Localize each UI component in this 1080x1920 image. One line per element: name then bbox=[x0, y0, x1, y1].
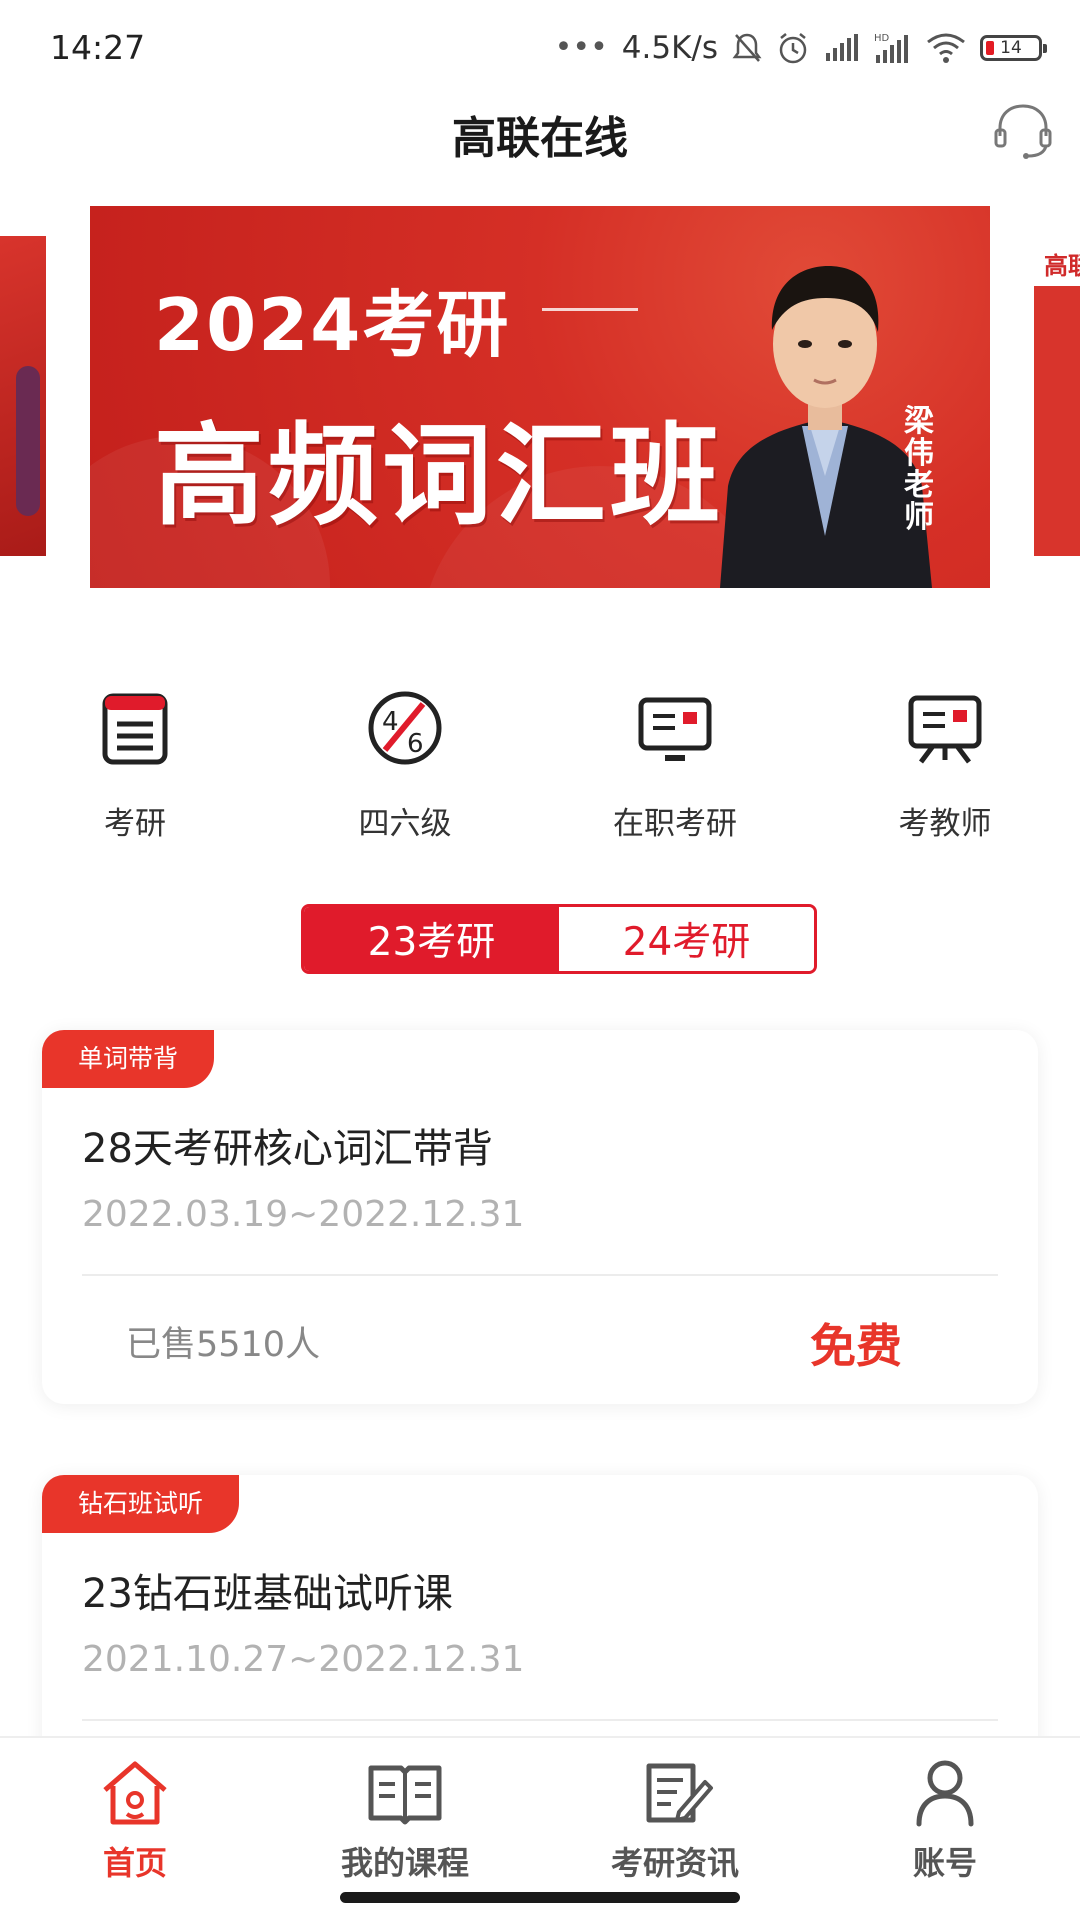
course-badge: 钻石班试听 bbox=[42, 1475, 240, 1533]
course-date-range: 2021.10.27~2022.12.31 bbox=[82, 1639, 525, 1680]
category-grid: 考研 4 6 四六级 在职考研 考教师 bbox=[0, 688, 1080, 858]
document-icon bbox=[102, 693, 168, 765]
hd-signal-icon: HD bbox=[874, 33, 908, 63]
home-indicator[interactable] bbox=[340, 1892, 740, 1903]
battery-icon: 14 bbox=[980, 35, 1047, 61]
category-teacher[interactable]: 考教师 bbox=[845, 688, 1045, 843]
course-card[interactable]: 单词带背 28天考研核心词汇带背 2022.03.19~2022.12.31 已… bbox=[42, 1030, 1038, 1404]
banner-slide-previous[interactable] bbox=[0, 236, 46, 556]
card-divider bbox=[82, 1274, 998, 1276]
tab-23-kaoyan[interactable]: 23考研 bbox=[304, 907, 559, 971]
card-divider bbox=[82, 1719, 998, 1721]
cet-4-6-icon: 4 6 bbox=[368, 691, 442, 765]
svg-text:HD: HD bbox=[874, 33, 890, 44]
banner-teacher-name: 梁伟老师 bbox=[904, 404, 934, 535]
banner-prev-teacher-image bbox=[16, 366, 40, 516]
nav-label: 我的课程 bbox=[340, 1844, 469, 1882]
course-price: 免费 bbox=[810, 1319, 902, 1373]
nav-news[interactable]: 考研资讯 bbox=[575, 1758, 775, 1884]
blackboard-icon bbox=[908, 695, 982, 764]
nav-label: 考研资讯 bbox=[610, 1844, 739, 1882]
wifi-icon bbox=[927, 33, 965, 63]
svg-text:4: 4 bbox=[382, 707, 399, 737]
headset-icon[interactable] bbox=[988, 96, 1058, 166]
page-title: 高联在线 bbox=[452, 113, 628, 164]
nav-label: 首页 bbox=[102, 1844, 167, 1882]
category-label: 考教师 bbox=[898, 806, 992, 842]
status-bar: 14:27 ••• 4.5K/s HD 14 bbox=[0, 0, 1080, 96]
banner-next-image bbox=[1034, 286, 1080, 556]
app-screen: 14:27 ••• 4.5K/s HD 14 高联在线 2024考研 高频词汇班… bbox=[0, 0, 1080, 1920]
status-time: 14:27 bbox=[50, 28, 146, 67]
banner-next-peek-text: 高联 bbox=[1044, 252, 1080, 280]
course-title: 23钻石班基础试听课 bbox=[82, 1571, 453, 1617]
svg-text:6: 6 bbox=[407, 729, 424, 759]
nav-label: 账号 bbox=[912, 1844, 977, 1882]
category-label: 在职考研 bbox=[613, 806, 737, 842]
mute-bell-icon bbox=[732, 33, 762, 62]
year-segmented-control: 23考研 24考研 bbox=[301, 904, 817, 974]
book-icon bbox=[368, 1765, 442, 1825]
course-date-range: 2022.03.19~2022.12.31 bbox=[82, 1194, 525, 1235]
monitor-icon bbox=[638, 697, 712, 761]
app-header: 高联在线 bbox=[0, 96, 1080, 196]
tab-24-kaoyan[interactable]: 24考研 bbox=[559, 907, 814, 971]
course-sold-count: 已售5510人 bbox=[126, 1325, 321, 1365]
signal-icon bbox=[826, 34, 858, 61]
category-kaoyan[interactable]: 考研 bbox=[35, 688, 235, 843]
category-zaizhi[interactable]: 在职考研 bbox=[575, 688, 775, 843]
nav-home[interactable]: 首页 bbox=[35, 1758, 235, 1884]
banner-slide-next[interactable]: 高联 bbox=[1034, 236, 1080, 556]
nav-account[interactable]: 账号 bbox=[845, 1758, 1045, 1884]
category-cet[interactable]: 4 6 四六级 bbox=[305, 688, 505, 843]
network-speed: 4.5K/s bbox=[621, 30, 718, 66]
category-label: 考研 bbox=[104, 806, 166, 842]
news-edit-icon bbox=[646, 1763, 713, 1823]
banner-divider bbox=[542, 308, 638, 311]
course-badge: 单词带背 bbox=[42, 1030, 215, 1088]
banner-year-text: 2024考研 bbox=[154, 283, 511, 367]
course-title: 28天考研核心词汇带背 bbox=[82, 1126, 493, 1172]
category-label: 四六级 bbox=[358, 806, 452, 842]
user-icon bbox=[916, 1760, 974, 1827]
banner-course-text: 高频词汇班 bbox=[154, 412, 724, 540]
nav-my-courses[interactable]: 我的课程 bbox=[305, 1758, 505, 1884]
home-icon bbox=[103, 1761, 167, 1825]
alarm-icon bbox=[779, 33, 807, 64]
more-dots-icon: ••• bbox=[554, 30, 608, 65]
status-icons: ••• 4.5K/s HD 14 bbox=[554, 28, 1047, 68]
banner-slide-current[interactable]: 2024考研 高频词汇班 梁伟老师 bbox=[90, 206, 990, 588]
